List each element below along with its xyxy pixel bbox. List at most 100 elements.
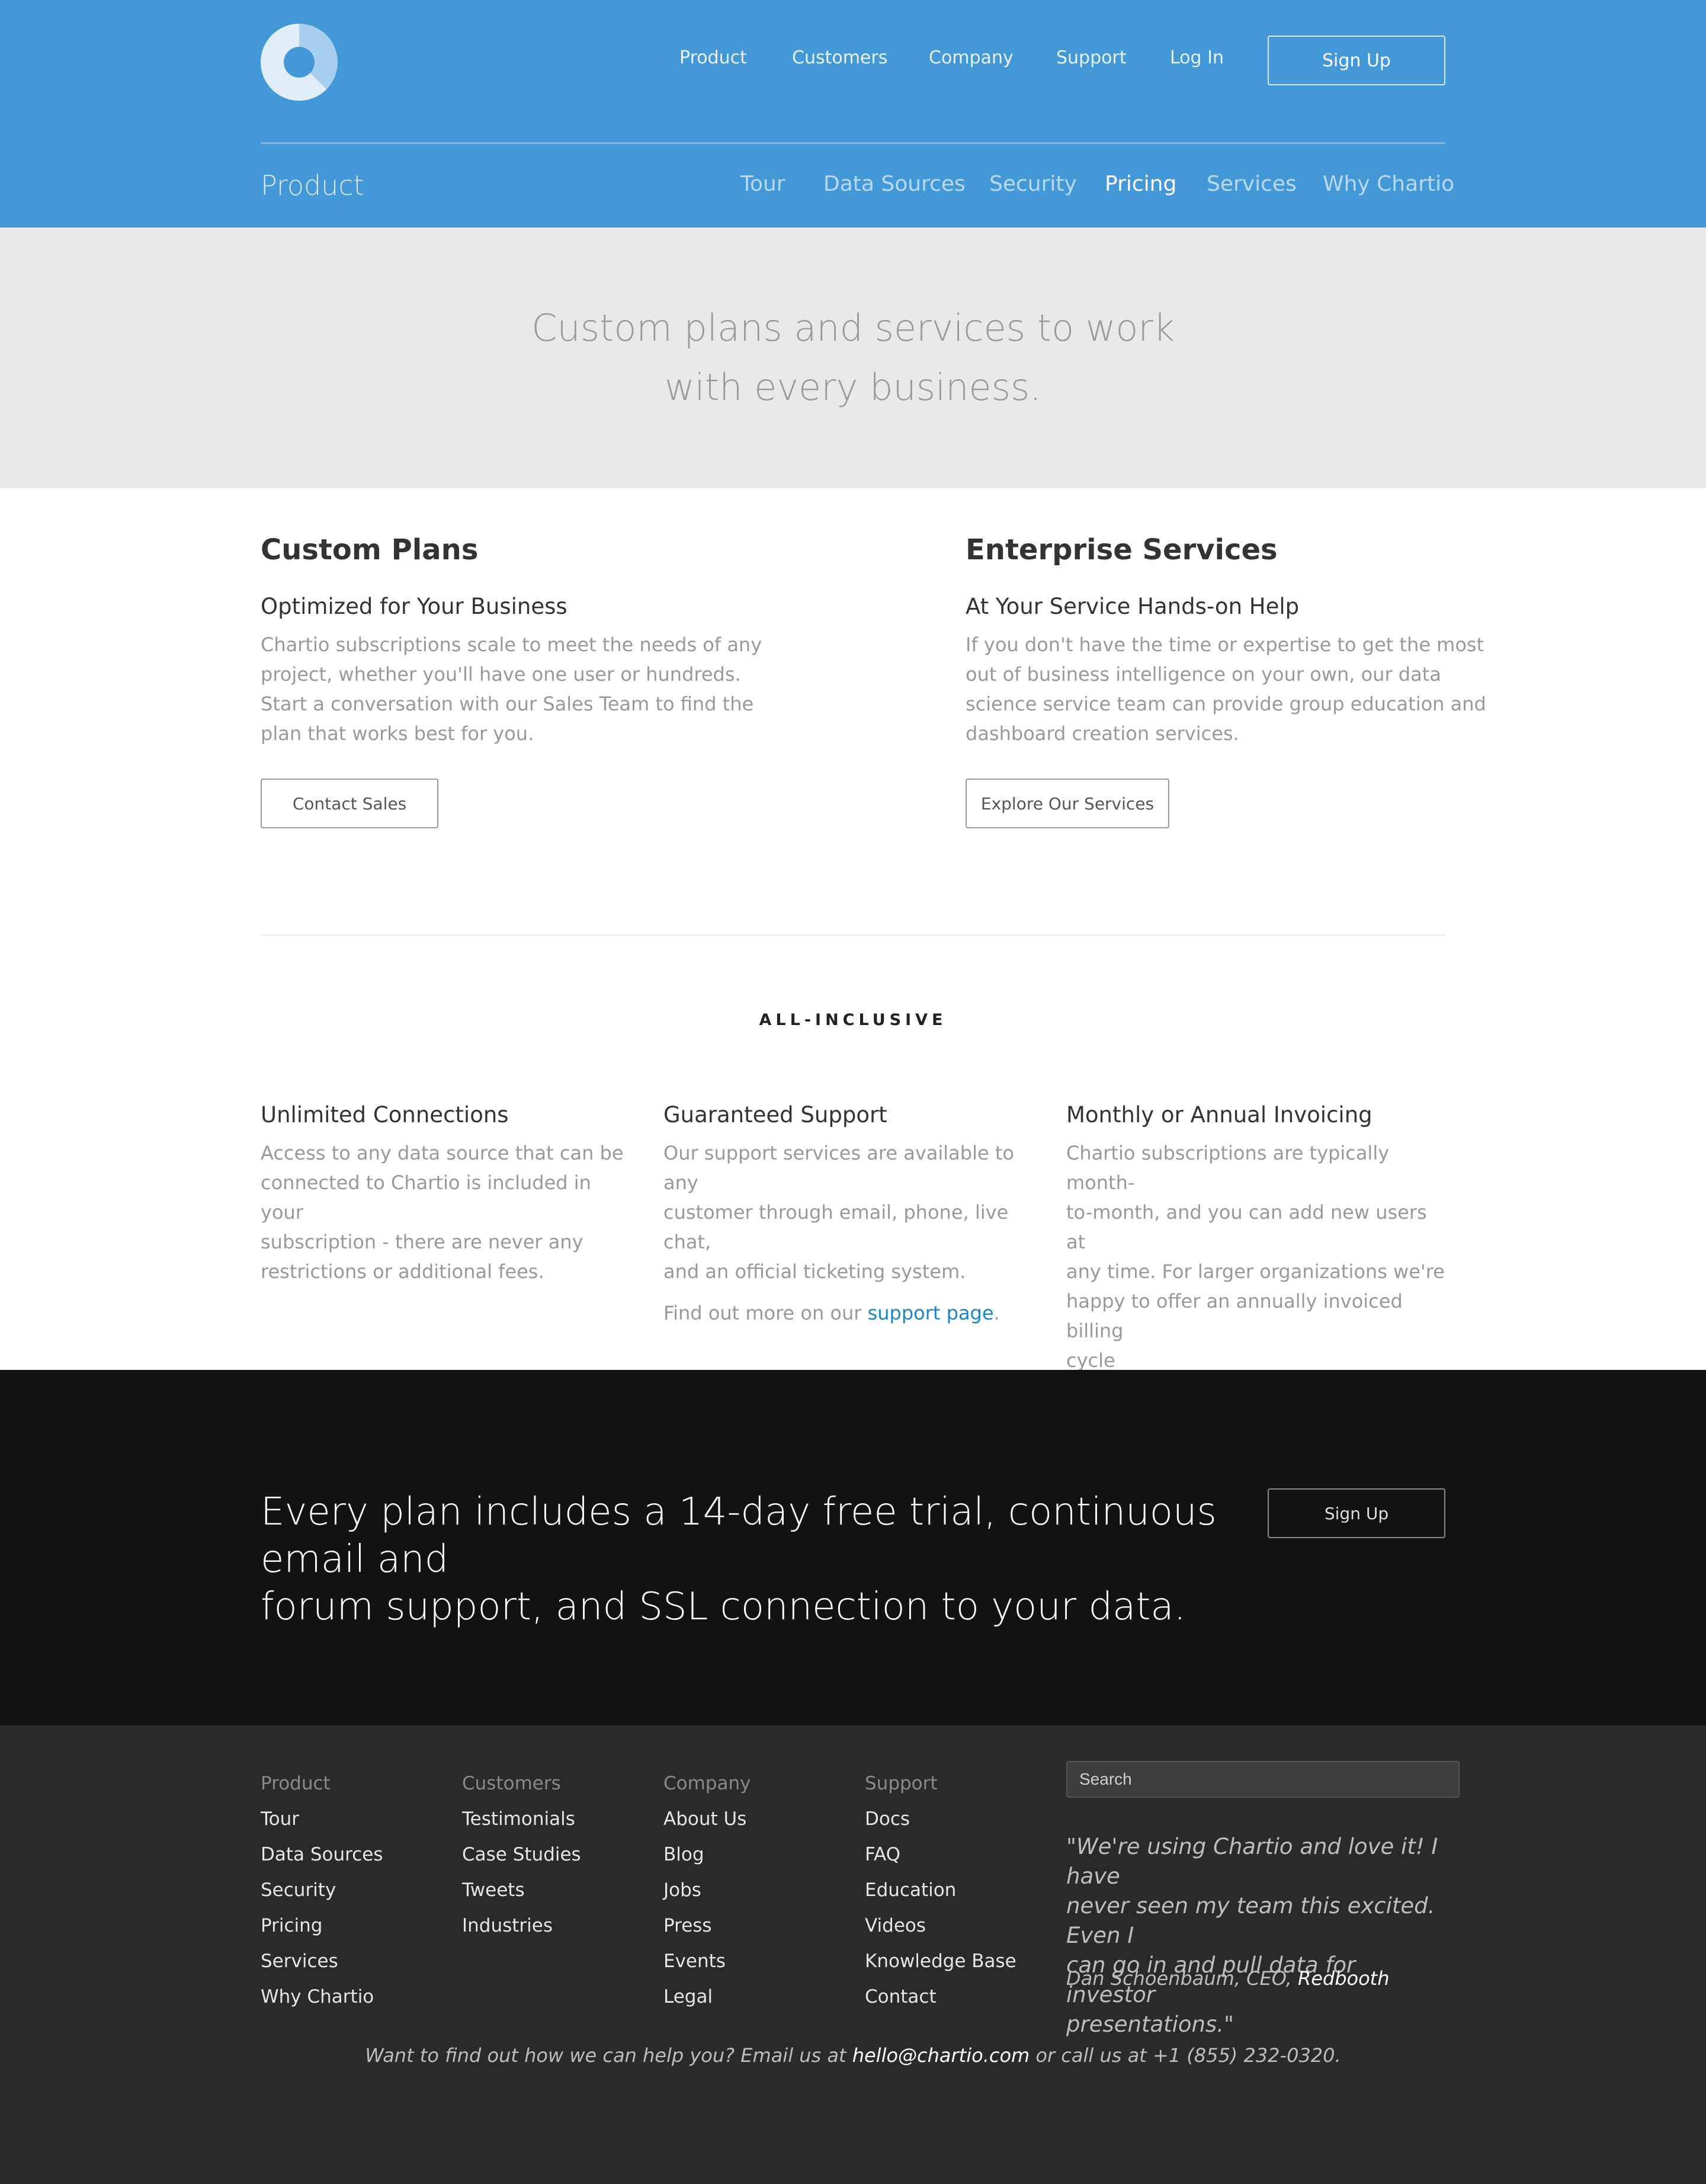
nav-product[interactable]: Product (679, 47, 747, 68)
text-line: Our support services are available to an… (663, 1142, 1014, 1194)
footer-link[interactable]: Contact (865, 1979, 1016, 2015)
hero-banner: Custom plans and services to work with e… (0, 228, 1706, 488)
feature-description: Chartio subscriptions are typically mont… (1066, 1138, 1451, 1375)
text-line: connected to Chartio is included in your (261, 1171, 591, 1224)
text-line: happy to offer an annually invoiced bill… (1066, 1290, 1403, 1342)
footer-heading: Support (865, 1773, 938, 1794)
subnav-why-chartio[interactable]: Why Chartio (1323, 172, 1454, 196)
custom-plans-title: Custom Plans (261, 533, 479, 566)
text-line: restrictions or additional fees. (261, 1260, 544, 1283)
site-footer: Product Tour Data Sources Security Prici… (0, 1725, 1706, 2184)
support-page-link[interactable]: support page (868, 1302, 994, 1324)
footer-link[interactable]: Docs (865, 1801, 1016, 1837)
section-title: Product (261, 169, 364, 201)
text-line: project, whether you'll have one user or… (261, 663, 741, 686)
contact-sales-button[interactable]: Contact Sales (261, 779, 438, 828)
signup-button[interactable]: Sign Up (1268, 36, 1445, 85)
text-line: out of business intelligence on your own… (966, 663, 1441, 686)
text-fragment: or call us at +1 (855) 232-0320. (1030, 2044, 1341, 2067)
custom-plans-description: Chartio subscriptions scale to meet the … (261, 630, 782, 748)
text-line: customer through email, phone, live chat… (663, 1201, 1009, 1253)
subnav-tour[interactable]: Tour (740, 172, 785, 196)
text-line: Start a conversation with our Sales Team… (261, 693, 754, 715)
text-line: "We're using Chartio and love it! I have (1066, 1834, 1438, 1889)
text-line: subscription - there are never any (261, 1231, 583, 1253)
footer-contact-line: Want to find out how we can help you? Em… (0, 2044, 1706, 2067)
footer-link[interactable]: Education (865, 1872, 1016, 1908)
footer-column-product: Product Tour Data Sources Security Prici… (261, 1766, 383, 2015)
text-line: Chartio subscriptions scale to meet the … (261, 633, 762, 656)
feature-title: Unlimited Connections (261, 1102, 509, 1128)
footer-link[interactable]: Tour (261, 1801, 383, 1837)
subnav-services[interactable]: Services (1207, 172, 1297, 196)
footer-link[interactable]: Videos (865, 1908, 1016, 1943)
nav-login[interactable]: Log In (1170, 47, 1224, 68)
text-fragment: Want to find out how we can help you? Em… (365, 2044, 852, 2067)
enterprise-services-subtitle: At Your Service Hands-on Help (966, 594, 1300, 619)
cta-section: Every plan includes a 14-day free trial,… (0, 1370, 1706, 1725)
footer-link[interactable]: Industries (462, 1908, 581, 1943)
footer-link[interactable]: Events (663, 1943, 751, 1979)
testimonial-attribution: Dan Schoenbaum, CEO, Redbooth (1066, 1967, 1389, 1990)
text-line: plan that works best for you. (261, 722, 534, 745)
subnav-pricing[interactable]: Pricing (1105, 172, 1176, 196)
section-divider (261, 934, 1445, 936)
explore-services-button[interactable]: Explore Our Services (966, 779, 1169, 828)
footer-link[interactable]: FAQ (865, 1837, 1016, 1872)
footer-link[interactable]: Jobs (663, 1872, 751, 1908)
nav-company[interactable]: Company (929, 47, 1014, 68)
hero-line: with every business. (664, 366, 1042, 409)
text-line: Access to any data source that can be (261, 1142, 624, 1164)
footer-heading: Product (261, 1773, 331, 1794)
feature-title: Guaranteed Support (663, 1102, 887, 1128)
text-line: forum support, and SSL connection to you… (261, 1585, 1186, 1629)
text-line: Chartio subscriptions are typically mont… (1066, 1142, 1390, 1194)
nav-support[interactable]: Support (1056, 47, 1127, 68)
testimonial-quote: "We're using Chartio and love it! I have… (1066, 1832, 1445, 2039)
footer-link[interactable]: Legal (663, 1979, 751, 2015)
text-line: If you don't have the time or expertise … (966, 633, 1484, 656)
text-line: Every plan includes a 14-day free trial,… (261, 1490, 1217, 1581)
footer-heading: Customers (462, 1773, 561, 1794)
footer-link[interactable]: Data Sources (261, 1837, 383, 1872)
footer-link[interactable]: Knowledge Base (865, 1943, 1016, 1979)
footer-link[interactable]: Security (261, 1872, 383, 1908)
support-more-text: Find out more on our support page. (663, 1298, 1048, 1328)
chartio-logo-icon[interactable] (261, 24, 338, 101)
feature-description: Access to any data source that can be co… (261, 1138, 640, 1286)
footer-link[interactable]: Testimonials (462, 1801, 581, 1837)
text-fragment: . (993, 1302, 1000, 1324)
site-header: Product Customers Company Support Log In… (0, 0, 1706, 228)
footer-column-support: Support Docs FAQ Education Videos Knowle… (865, 1766, 1016, 2015)
text-line: never seen my team this excited. Even I (1066, 1893, 1435, 1948)
feature-description: Our support services are available to an… (663, 1138, 1048, 1328)
footer-link[interactable]: Why Chartio (261, 1979, 383, 2015)
hero-heading: Custom plans and services to work with e… (0, 299, 1706, 417)
footer-link[interactable]: Services (261, 1943, 383, 1979)
all-inclusive-heading: ALL-INCLUSIVE (759, 1011, 947, 1029)
footer-search-input[interactable]: Search (1066, 1761, 1460, 1798)
text-line: presentations." (1066, 2012, 1234, 2037)
nav-customers[interactable]: Customers (792, 47, 887, 68)
footer-link[interactable]: Case Studies (462, 1837, 581, 1872)
footer-link[interactable]: Press (663, 1908, 751, 1943)
text-line: to-month, and you can add new users at (1066, 1201, 1427, 1253)
email-link[interactable]: hello@chartio.com (852, 2044, 1030, 2067)
subnav-data-sources[interactable]: Data Sources (823, 172, 966, 196)
footer-link[interactable]: Blog (663, 1837, 751, 1872)
enterprise-services-description: If you don't have the time or expertise … (966, 630, 1487, 748)
cta-signup-button[interactable]: Sign Up (1268, 1488, 1445, 1538)
footer-column-customers: Customers Testimonials Case Studies Twee… (462, 1766, 581, 1943)
cta-heading: Every plan includes a 14-day free trial,… (261, 1488, 1244, 1631)
footer-link[interactable]: About Us (663, 1801, 751, 1837)
footer-link[interactable]: Pricing (261, 1908, 383, 1943)
redbooth-link[interactable]: Redbooth (1298, 1967, 1390, 1990)
text-line: science service team can provide group e… (966, 693, 1486, 715)
footer-column-company: Company About Us Blog Jobs Press Events … (663, 1766, 751, 2015)
footer-heading: Company (663, 1773, 751, 1794)
custom-plans-subtitle: Optimized for Your Business (261, 594, 567, 619)
text-fragment: Dan Schoenbaum, CEO, (1066, 1967, 1298, 1990)
subnav-security[interactable]: Security (989, 172, 1077, 196)
footer-link[interactable]: Tweets (462, 1872, 581, 1908)
hero-line: Custom plans and services to work (531, 306, 1175, 350)
